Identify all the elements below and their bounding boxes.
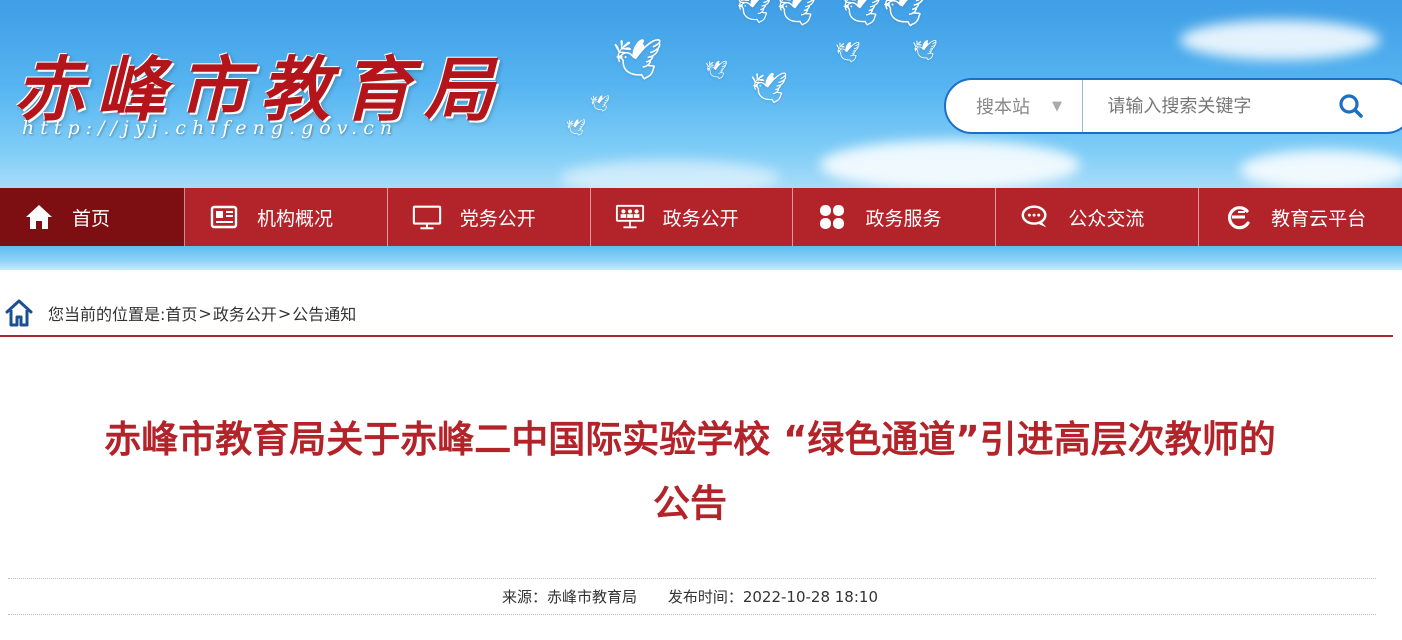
- nav-item-public-communication[interactable]: 公众交流: [996, 188, 1200, 246]
- cloud-e-icon: [1223, 202, 1253, 232]
- dove-icon: 🕊: [566, 118, 587, 137]
- chat-icon: [1020, 202, 1050, 232]
- caret-down-icon: ▼: [1052, 98, 1062, 114]
- monitor-icon: [412, 202, 442, 232]
- grid-icon: [817, 202, 847, 232]
- nav-item-label: 公众交流: [1068, 207, 1145, 230]
- dove-icon: 🕊: [612, 37, 663, 83]
- cloud-decoration: [560, 160, 780, 188]
- nav-item-government-services[interactable]: 政务服务: [793, 188, 997, 246]
- article-meta: 来源：赤峰市教育局 发布时间：2022-10-28 18:10: [0, 586, 1380, 607]
- dove-icon: 🕊: [835, 40, 861, 64]
- meeting-icon: [615, 202, 645, 232]
- home-icon: [5, 299, 33, 327]
- search-icon: [1339, 94, 1364, 118]
- article-title: 赤峰市教育局关于赤峰二中国际实验学校 “绿色通道”引进高层次教师的 公告: [0, 408, 1380, 536]
- nav-item-label: 首页: [72, 207, 111, 230]
- article-source: 来源：赤峰市教育局: [502, 588, 638, 606]
- cloud-decoration: [820, 140, 1080, 188]
- nav-item-government-affairs[interactable]: 政务公开: [591, 188, 794, 246]
- breadcrumb-prefix: 您当前的位置是:: [48, 305, 166, 324]
- banner-bottom-strip: [0, 246, 1402, 270]
- nav-item-party-affairs[interactable]: 党务公开: [388, 188, 591, 246]
- site-url: http://jyj.chifeng.gov.cn: [22, 117, 399, 139]
- article-publish-time: 发布时间：2022-10-28 18:10: [667, 588, 878, 606]
- search-input[interactable]: [1083, 80, 1333, 132]
- nav-item-label: 政务服务: [865, 207, 942, 230]
- main-nav: 首页 机构概况 党务公开 政务公开 政务服务 公众交流 教育云平台: [0, 188, 1402, 246]
- search-scope-select[interactable]: 搜本站 ▼: [946, 80, 1084, 132]
- dove-icon: 🕊: [590, 94, 611, 113]
- dove-icon: 🕊: [912, 38, 938, 62]
- search-bar: 搜本站 ▼: [944, 78, 1402, 134]
- nav-item-label: 机构概况: [256, 207, 333, 230]
- breadcrumb-divider: [0, 335, 1393, 337]
- breadcrumb: 您当前的位置是: 首页 > 政务公开 > 公告通知: [4, 296, 356, 330]
- search-scope-label: 搜本站: [976, 97, 1030, 118]
- dove-icon: 🕊: [705, 60, 728, 81]
- breadcrumb-link-notices[interactable]: 公告通知: [292, 301, 356, 325]
- header-banner: 🕊 🕊 🕊 🕊 🕊 🕊 🕊 🕊 🕊 🕊 🕊 赤峰市教育局 http://jyj.…: [0, 0, 1402, 188]
- newspaper-icon: [209, 202, 239, 232]
- dove-icon: 🕊: [735, 0, 774, 26]
- breadcrumb-link-home[interactable]: 首页: [165, 301, 197, 325]
- dove-icon: 🕊: [775, 0, 819, 29]
- search-button[interactable]: [1332, 80, 1402, 132]
- cloud-decoration: [1240, 150, 1402, 188]
- nav-item-education-cloud[interactable]: 教育云平台: [1199, 188, 1402, 246]
- nav-item-label: 教育云平台: [1271, 207, 1367, 230]
- dove-icon: 🕊: [880, 0, 929, 29]
- breadcrumb-separator: >: [198, 303, 212, 323]
- article-title-line: 公告: [653, 482, 727, 525]
- cloud-decoration: [1180, 20, 1380, 60]
- meta-divider-top: [8, 578, 1376, 579]
- nav-item-label: 政务公开: [662, 207, 739, 230]
- nav-item-organization[interactable]: 机构概况: [185, 188, 388, 246]
- breadcrumb-link-government-affairs[interactable]: 政务公开: [213, 301, 277, 325]
- nav-item-home[interactable]: 首页: [0, 188, 185, 246]
- dove-icon: 🕊: [750, 71, 789, 106]
- nav-item-label: 党务公开: [459, 207, 536, 230]
- meta-divider-bottom: [8, 614, 1376, 615]
- dove-icon: 🕊: [840, 0, 884, 29]
- home-icon: [24, 202, 54, 232]
- breadcrumb-separator: >: [277, 303, 292, 323]
- article-title-line: 赤峰市教育局关于赤峰二中国际实验学校 “绿色通道”引进高层次教师的: [104, 418, 1276, 461]
